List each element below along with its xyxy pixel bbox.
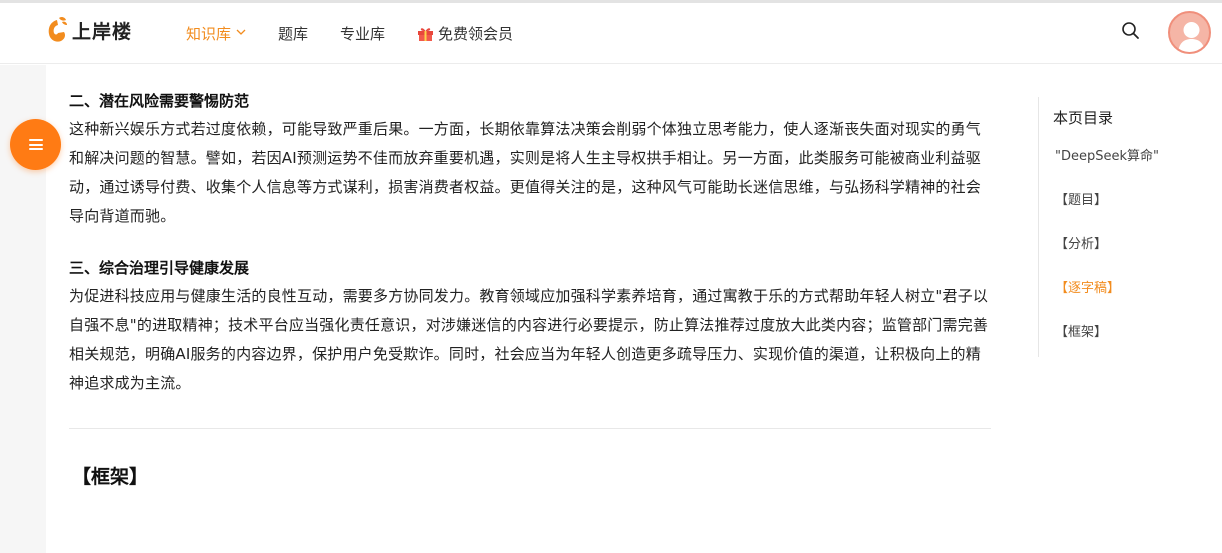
nav-item-free-membership[interactable]: 免费领会员	[417, 23, 513, 44]
toc-title: 本页目录	[1053, 109, 1114, 127]
nav-item-label: 专业库	[340, 25, 386, 43]
nav-item-major-library[interactable]: 专业库	[340, 23, 385, 44]
toc-item-question[interactable]: 【题目】	[1055, 189, 1107, 208]
user-avatar[interactable]	[1168, 11, 1211, 54]
chevron-down-icon	[236, 28, 246, 39]
menu-icon	[28, 139, 43, 150]
nav-item-label: 题库	[278, 25, 309, 43]
section-title: 三、综合治理引导健康发展	[69, 259, 250, 277]
table-of-contents: 本页目录 "DeepSeek算命" 【题目】 【分析】 【逐字稿】 【框架】	[1038, 97, 1222, 357]
site-logo[interactable]: 上岸楼	[46, 13, 132, 47]
nav-item-label: 知识库	[186, 25, 232, 43]
search-icon[interactable]	[1120, 20, 1142, 42]
content-divider	[69, 428, 991, 429]
site-header: 上岸楼 知识库 题库 专业库 免费领会员	[0, 3, 1222, 64]
gift-icon	[418, 27, 434, 41]
nav-item-question-bank[interactable]: 题库	[278, 23, 308, 44]
menu-button[interactable]	[10, 119, 61, 170]
toc-item-transcript[interactable]: 【逐字稿】	[1055, 277, 1120, 296]
main-nav: 知识库 题库 专业库 免费领会员	[186, 3, 545, 64]
logo-text: 上岸楼	[72, 20, 133, 43]
toc-item-deepseek[interactable]: "DeepSeek算命"	[1055, 145, 1159, 164]
header-overflow-edge	[1215, 25, 1222, 39]
toc-item-framework[interactable]: 【框架】	[1055, 321, 1107, 340]
framework-heading: 【框架】	[72, 466, 149, 488]
article-content: 二、潜在风险需要警惕防范 这种新兴娱乐方式若过度依赖，可能导致严重后果。一方面，…	[69, 88, 991, 489]
section-paragraph: 为促进科技应用与健康生活的良性互动，需要多方协同发力。教育领域应加强科学素养培育…	[69, 287, 989, 392]
logo-icon	[48, 16, 67, 42]
avatar-person-icon	[1178, 22, 1205, 52]
section-title: 二、潜在风险需要警惕防范	[69, 92, 250, 110]
nav-item-label: 免费领会员	[438, 25, 514, 43]
section-paragraph: 这种新兴娱乐方式若过度依赖，可能导致严重后果。一方面，长期依靠算法决策会削弱个体…	[69, 120, 982, 225]
toc-item-analysis[interactable]: 【分析】	[1055, 233, 1107, 252]
nav-item-knowledge-base[interactable]: 知识库	[186, 23, 246, 44]
